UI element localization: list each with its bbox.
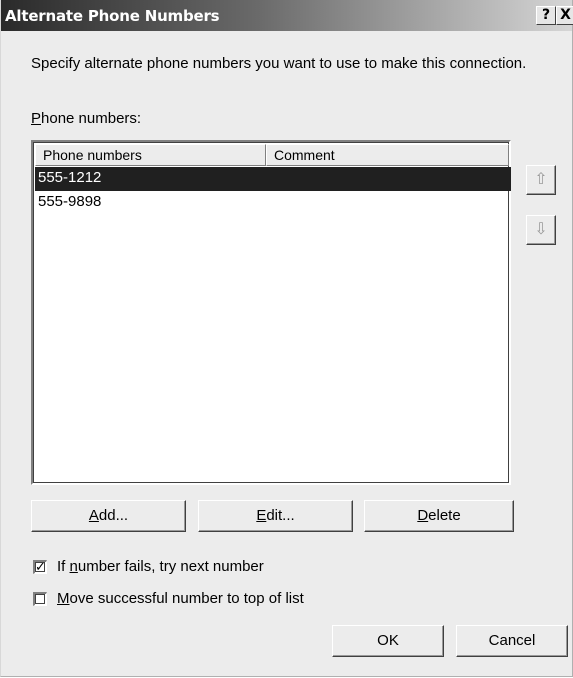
- column-header-comment[interactable]: Comment: [266, 144, 509, 166]
- phone-numbers-list[interactable]: Phone numbers Comment 555-1212 555-9898: [31, 140, 511, 485]
- phone-numbers-label: Phone numbers:: [31, 110, 142, 127]
- move-up-button[interactable]: ⇧: [526, 165, 556, 195]
- edit-button[interactable]: Edit...: [198, 500, 353, 532]
- alternate-phone-numbers-dialog: Alternate Phone Numbers ? X Specify alte…: [0, 0, 573, 677]
- arrow-up-icon: ⇧: [534, 171, 548, 188]
- try-next-number-label: If number fails, try next number: [57, 558, 264, 575]
- phone-number-cell: 555-9898: [38, 193, 102, 210]
- close-button[interactable]: X: [556, 6, 573, 25]
- move-to-top-checkbox[interactable]: [33, 591, 47, 606]
- window-title: Alternate Phone Numbers: [5, 7, 220, 25]
- arrow-down-icon: ⇩: [534, 221, 548, 238]
- close-icon: X: [560, 7, 571, 23]
- help-icon: ?: [541, 7, 551, 23]
- phone-number-cell: 555-1212: [38, 169, 102, 186]
- list-row[interactable]: 555-9898: [35, 191, 511, 215]
- list-row-selected[interactable]: 555-1212: [35, 167, 511, 191]
- move-to-top-label: Move successful number to top of list: [57, 590, 304, 607]
- ok-button[interactable]: OK: [332, 625, 444, 657]
- try-next-number-checkbox[interactable]: ✓: [33, 559, 47, 574]
- move-down-button[interactable]: ⇩: [526, 215, 556, 245]
- cancel-button[interactable]: Cancel: [456, 625, 568, 657]
- try-next-number-option[interactable]: ✓ If number fails, try next number: [33, 558, 264, 575]
- title-bar: Alternate Phone Numbers ? X: [1, 0, 573, 31]
- column-header-phone-numbers[interactable]: Phone numbers: [35, 144, 266, 166]
- delete-button[interactable]: Delete: [364, 500, 514, 532]
- move-to-top-option[interactable]: Move successful number to top of list: [33, 590, 304, 607]
- help-button[interactable]: ?: [536, 6, 556, 25]
- add-button[interactable]: Add...: [31, 500, 186, 532]
- description-text: Specify alternate phone numbers you want…: [31, 55, 527, 72]
- checkmark-icon: ✓: [35, 559, 46, 574]
